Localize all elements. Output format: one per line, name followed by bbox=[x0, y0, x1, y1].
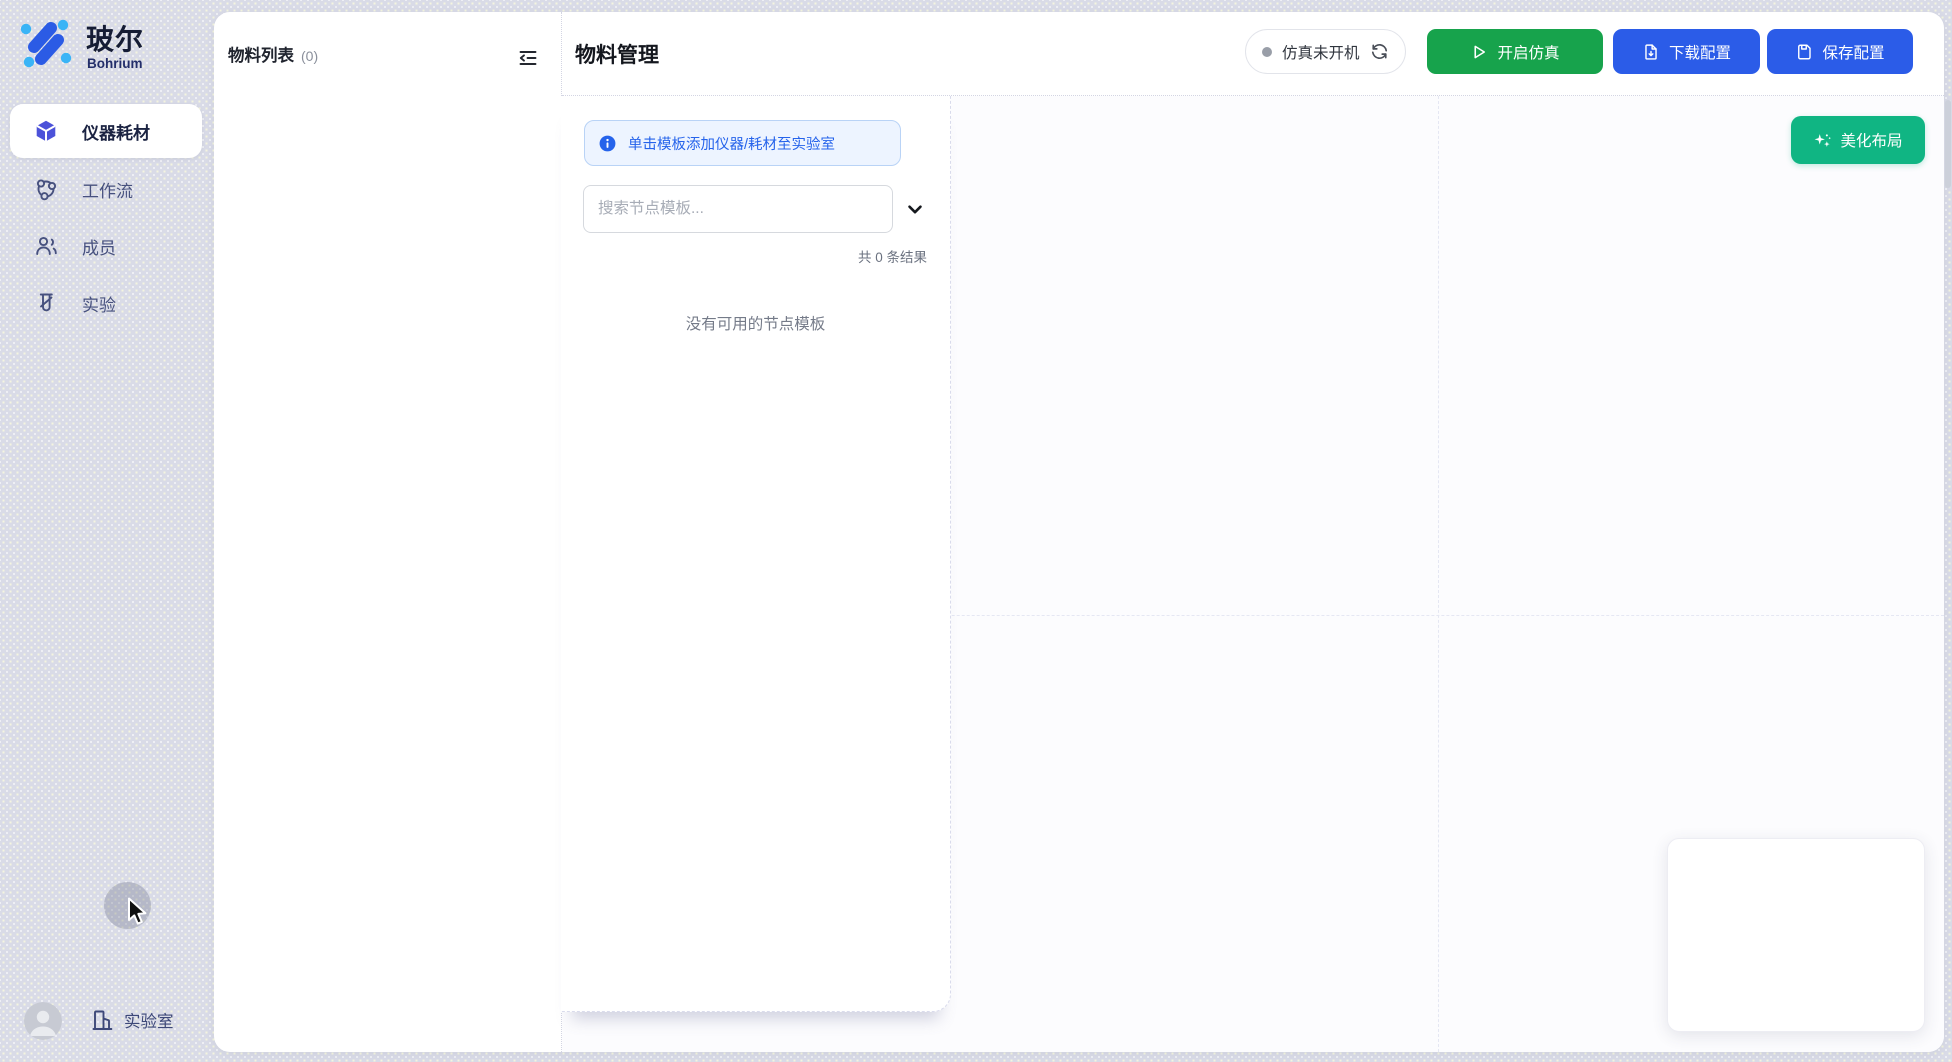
bohrium-logo-icon bbox=[18, 16, 72, 70]
materials-count: (0) bbox=[301, 48, 318, 64]
download-config-label: 下载配置 bbox=[1669, 41, 1731, 63]
results-count: 共 0 条结果 bbox=[858, 246, 927, 266]
minimap[interactable] bbox=[1667, 838, 1925, 1032]
members-icon bbox=[34, 234, 58, 258]
user-avatar[interactable] bbox=[24, 1002, 62, 1040]
sidebar-footer: 实验室 bbox=[0, 1000, 214, 1044]
chevron-down-icon[interactable] bbox=[904, 198, 926, 220]
beautify-layout-label: 美化布局 bbox=[1840, 129, 1902, 151]
beautify-layout-button[interactable]: 美化布局 bbox=[1791, 116, 1925, 164]
collapse-list-icon[interactable] bbox=[516, 46, 540, 70]
save-config-label: 保存配置 bbox=[1822, 41, 1884, 63]
search-template-input[interactable] bbox=[583, 185, 893, 233]
sim-status-label: 仿真未开机 bbox=[1282, 41, 1360, 63]
play-icon bbox=[1470, 43, 1488, 61]
brand-title: 玻尔 bbox=[86, 18, 144, 58]
download-config-button[interactable]: 下载配置 bbox=[1613, 29, 1760, 74]
sidebar-item-label: 工作流 bbox=[82, 177, 133, 202]
lab-entry-label: 实验室 bbox=[124, 1008, 174, 1032]
sidebar-item-members[interactable]: 成员 bbox=[10, 223, 202, 269]
page-title: 物料管理 bbox=[575, 39, 659, 69]
sidebar-item-label: 实验 bbox=[82, 291, 116, 316]
sidebar-item-label: 仪器耗材 bbox=[82, 119, 150, 144]
sparkles-icon bbox=[1813, 131, 1832, 150]
sidebar-item-label: 成员 bbox=[82, 234, 116, 259]
empty-templates-text: 没有可用的节点模板 bbox=[561, 312, 950, 334]
cube-icon bbox=[34, 119, 58, 143]
materials-panel: 物料列表 (0) bbox=[214, 12, 561, 1052]
building-icon bbox=[90, 1008, 114, 1032]
main-card: 物料列表 (0) 物料管理 仿真未开机 bbox=[214, 12, 1944, 1052]
file-download-icon bbox=[1642, 43, 1660, 61]
brand-logo: 玻尔 Bohrium bbox=[18, 16, 198, 76]
start-simulation-label: 开启仿真 bbox=[1497, 41, 1559, 63]
brand-subtitle: Bohrium bbox=[87, 56, 143, 71]
save-config-button[interactable]: 保存配置 bbox=[1767, 29, 1913, 74]
refresh-icon[interactable] bbox=[1370, 42, 1389, 61]
status-dot-icon bbox=[1262, 47, 1272, 57]
canvas-grid-line bbox=[1438, 96, 1439, 1052]
sidebar-item-experiments[interactable]: 实验 bbox=[10, 280, 202, 326]
materials-panel-header: 物料列表 (0) bbox=[228, 42, 318, 66]
info-icon bbox=[598, 134, 617, 153]
template-hint-text: 单击模板添加仪器/耗材至实验室 bbox=[628, 133, 835, 154]
canvas[interactable]: 单击模板添加仪器/耗材至实验室 共 0 条结果 没有可用的节点模板 美化布局 bbox=[562, 96, 1944, 1052]
app-root: 玻尔 Bohrium 仪器耗材 工作流 bbox=[0, 0, 1952, 1062]
mouse-cursor bbox=[127, 897, 153, 927]
sidebar-item-instruments[interactable]: 仪器耗材 bbox=[10, 104, 202, 158]
experiment-icon bbox=[34, 291, 58, 315]
materials-panel-title: 物料列表 bbox=[228, 42, 294, 66]
sidebar-item-workflow[interactable]: 工作流 bbox=[10, 166, 202, 212]
scrollbar-thumb[interactable] bbox=[1945, 100, 1951, 188]
node-templates-panel: 单击模板添加仪器/耗材至实验室 共 0 条结果 没有可用的节点模板 bbox=[561, 96, 951, 1012]
start-simulation-button[interactable]: 开启仿真 bbox=[1427, 29, 1603, 74]
sim-status-pill[interactable]: 仿真未开机 bbox=[1245, 29, 1406, 74]
template-hint-banner: 单击模板添加仪器/耗材至实验室 bbox=[584, 120, 901, 166]
workflow-icon bbox=[34, 177, 58, 201]
save-icon bbox=[1795, 43, 1813, 61]
lab-entry[interactable]: 实验室 bbox=[90, 1008, 174, 1032]
